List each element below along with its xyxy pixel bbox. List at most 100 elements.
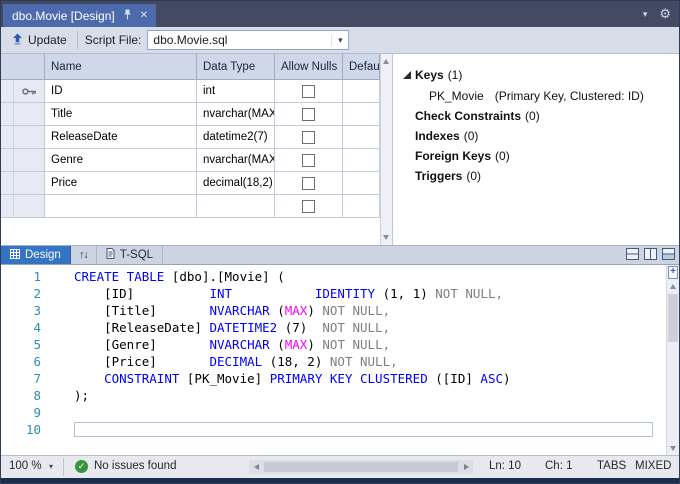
data-type-cell[interactable]: datetime2(7)	[197, 126, 275, 149]
line-number: 8	[1, 387, 41, 404]
allow-nulls-checkbox[interactable]	[302, 154, 315, 167]
default-cell[interactable]	[343, 126, 380, 149]
default-cell[interactable]	[343, 103, 380, 126]
table-designer: Name Data Type Allow Nulls Default IDint…	[1, 54, 679, 245]
table-row: Pricedecimal(18,2)	[1, 172, 380, 195]
scroll-down-icon[interactable]	[383, 235, 389, 240]
allow-nulls-cell[interactable]	[275, 80, 343, 103]
tsql-editor[interactable]: 1CREATE TABLE [dbo].[Movie] (2 [ID] INT …	[1, 265, 679, 455]
allow-nulls-cell[interactable]	[275, 172, 343, 195]
row-selector[interactable]	[14, 172, 45, 195]
expander-icon[interactable]	[403, 71, 411, 79]
default-cell[interactable]	[343, 80, 380, 103]
sort-button[interactable]: ↑↓	[71, 246, 97, 264]
row-selector[interactable]	[14, 149, 45, 172]
row-selector[interactable]	[14, 126, 45, 149]
allow-nulls-cell[interactable]	[275, 195, 343, 218]
split-handle-icon[interactable]: +	[668, 266, 678, 279]
document-tab[interactable]: dbo.Movie [Design] ✕	[3, 4, 156, 27]
tab-tsql[interactable]: T-SQL	[97, 246, 163, 264]
context-section-indexes[interactable]: Indexes(0)	[393, 126, 679, 146]
update-button[interactable]: Update	[8, 31, 75, 50]
allow-nulls-cell[interactable]	[275, 149, 343, 172]
column-name-cell[interactable]: Price	[45, 172, 197, 195]
combo-dropdown-icon[interactable]: ▾	[331, 35, 348, 46]
column-name-cell[interactable]: ID	[45, 80, 197, 103]
column-header-name[interactable]: Name	[45, 54, 197, 80]
scroll-right-icon[interactable]	[459, 460, 473, 474]
scroll-down-icon[interactable]	[670, 446, 676, 451]
allow-nulls-checkbox[interactable]	[302, 200, 315, 213]
context-section-check-constraints[interactable]: Check Constraints(0)	[393, 106, 679, 126]
allow-nulls-checkbox[interactable]	[302, 131, 315, 144]
scrollbar-thumb[interactable]	[668, 294, 678, 342]
tabs-indicator: TABS	[597, 460, 626, 472]
zoom-level[interactable]: 100 %	[9, 460, 42, 472]
default-cell[interactable]	[343, 172, 380, 195]
column-header-allow-nulls[interactable]: Allow Nulls	[275, 54, 343, 80]
close-icon[interactable]: ✕	[140, 11, 148, 21]
code-line[interactable]: 4 [ReleaseDate] DATETIME2 (7) NOT NULL,	[1, 319, 679, 336]
default-cell[interactable]	[343, 195, 380, 218]
default-cell[interactable]	[343, 149, 380, 172]
section-count: (0)	[525, 109, 540, 123]
context-item[interactable]: PK_Movie(Primary Key, Clustered: ID)	[393, 85, 679, 106]
data-type-cell[interactable]: int	[197, 80, 275, 103]
code-line[interactable]: 9	[1, 404, 679, 421]
allow-nulls-cell[interactable]	[275, 103, 343, 126]
section-label: Keys	[415, 68, 444, 82]
data-type-cell[interactable]: nvarchar(MAX)	[197, 103, 275, 126]
allow-nulls-checkbox[interactable]	[302, 177, 315, 190]
line-number: 6	[1, 353, 41, 370]
column-name-cell[interactable]	[45, 195, 197, 218]
key-detail: (Primary Key, Clustered: ID)	[495, 89, 644, 103]
code-area[interactable]: 1CREATE TABLE [dbo].[Movie] (2 [ID] INT …	[1, 268, 679, 438]
window-bottom-edge	[1, 478, 679, 483]
column-name-cell[interactable]: ReleaseDate	[45, 126, 197, 149]
column-name-cell[interactable]: Genre	[45, 149, 197, 172]
code-line[interactable]: 5 [Genre] NVARCHAR (MAX) NOT NULL,	[1, 336, 679, 353]
status-message: No issues found	[94, 460, 176, 472]
grid-vertical-scrollbar[interactable]	[380, 54, 393, 245]
context-section-triggers[interactable]: Triggers(0)	[393, 166, 679, 186]
code-text: [Genre] NVARCHAR (MAX) NOT NULL,	[41, 336, 390, 353]
gear-icon[interactable]: ⚙	[659, 6, 671, 22]
allow-nulls-checkbox[interactable]	[302, 108, 315, 121]
allow-nulls-checkbox[interactable]	[302, 85, 315, 98]
row-selector[interactable]	[14, 103, 45, 126]
grid-corner-header[interactable]	[1, 54, 45, 80]
scroll-up-icon[interactable]	[383, 59, 389, 64]
data-type-cell[interactable]	[197, 195, 275, 218]
data-type-cell[interactable]: decimal(18,2)	[197, 172, 275, 195]
data-type-cell[interactable]: nvarchar(MAX)	[197, 149, 275, 172]
row-selector[interactable]	[14, 80, 45, 103]
code-line[interactable]: 3 [Title] NVARCHAR (MAX) NOT NULL,	[1, 302, 679, 319]
vertical-split-icon[interactable]	[644, 247, 657, 265]
code-line[interactable]: 1CREATE TABLE [dbo].[Movie] (	[1, 268, 679, 285]
context-section-foreign-keys[interactable]: Foreign Keys(0)	[393, 146, 679, 166]
scrollbar-thumb[interactable]	[264, 462, 458, 472]
editor-horizontal-scrollbar[interactable]	[249, 460, 473, 474]
horizontal-split-icon[interactable]	[626, 247, 639, 265]
row-selector[interactable]	[14, 195, 45, 218]
script-file-combo[interactable]: dbo.Movie.sql ▾	[147, 30, 349, 50]
chevron-down-icon[interactable]: ▾	[643, 9, 648, 20]
code-line[interactable]: 6 [Price] DECIMAL (18, 2) NOT NULL,	[1, 353, 679, 370]
context-section-keys[interactable]: Keys(1)	[393, 65, 679, 85]
zoom-dropdown-icon[interactable]: ▾	[49, 462, 53, 471]
column-name-cell[interactable]: Title	[45, 103, 197, 126]
scroll-left-icon[interactable]	[249, 460, 263, 474]
sort-icon: ↑↓	[79, 249, 88, 261]
code-line[interactable]: 10	[1, 421, 679, 438]
tab-design[interactable]: Design	[1, 246, 71, 264]
column-header-data-type[interactable]: Data Type	[197, 54, 275, 80]
code-line[interactable]: 7 CONSTRAINT [PK_Movie] PRIMARY KEY CLUS…	[1, 370, 679, 387]
editor-vertical-scrollbar[interactable]: +	[666, 265, 679, 455]
allow-nulls-cell[interactable]	[275, 126, 343, 149]
column-header-default[interactable]: Default	[343, 54, 380, 80]
code-line[interactable]: 2 [ID] INT IDENTITY (1, 1) NOT NULL,	[1, 285, 679, 302]
scroll-up-icon[interactable]	[670, 284, 676, 289]
maximize-pane-icon[interactable]	[662, 247, 675, 265]
pin-icon[interactable]	[123, 9, 132, 23]
code-line[interactable]: 8);	[1, 387, 679, 404]
